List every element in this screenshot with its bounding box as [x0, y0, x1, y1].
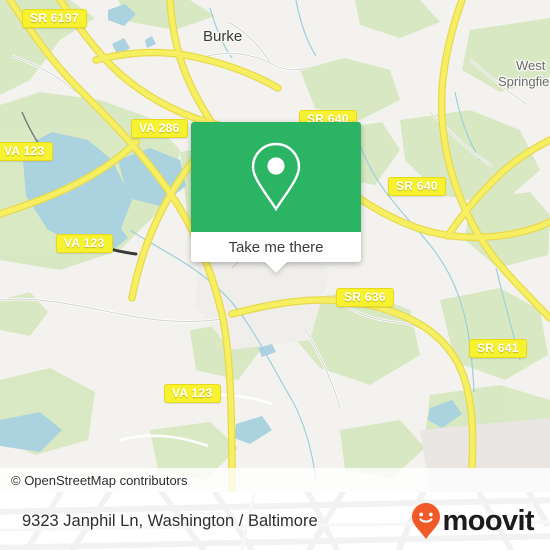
footer-content: 9323 Janphil Ln, Washington / Baltimore …	[0, 492, 550, 550]
moovit-logo[interactable]: moovit	[411, 502, 535, 540]
place-label-west: West	[516, 58, 546, 73]
popup-tail	[264, 261, 288, 273]
road-shield-sr636[interactable]: SR 636	[336, 288, 394, 307]
address-label: 9323 Janphil Ln, Washington / Baltimore	[22, 511, 318, 530]
road-shield-va286[interactable]: VA 286	[131, 119, 188, 138]
footer-bar: 9323 Janphil Ln, Washington / Baltimore …	[0, 492, 550, 550]
place-label-springfield: Springfield	[498, 74, 550, 89]
osm-attribution-text[interactable]: © OpenStreetMap contributors	[11, 473, 188, 488]
moovit-wordmark: moovit	[442, 504, 535, 537]
location-popup[interactable]: Take me there	[191, 122, 361, 273]
popup-image-panel	[191, 122, 361, 232]
map-pin-icon	[251, 142, 301, 212]
take-me-there-label: Take me there	[228, 238, 324, 256]
map-screenshot: Burke West Springfield SR 6197 VA 286 SR…	[0, 0, 550, 550]
road-shield-sr641[interactable]: SR 641	[469, 339, 527, 358]
road-shield-sr6197[interactable]: SR 6197	[22, 9, 87, 28]
road-shield-va123-mid[interactable]: VA 123	[56, 234, 113, 253]
moovit-pin-smiley-icon	[411, 503, 440, 539]
road-shield-sr640-east[interactable]: SR 640	[388, 177, 446, 196]
map-viewport[interactable]: Burke West Springfield SR 6197 VA 286 SR…	[0, 0, 550, 492]
place-label-burke: Burke	[203, 28, 243, 45]
take-me-there-button[interactable]: Take me there	[191, 232, 361, 262]
road-shield-va123-south[interactable]: VA 123	[164, 384, 221, 403]
road-shield-va123-west[interactable]: VA 123	[0, 142, 53, 161]
map-attribution-bar: © OpenStreetMap contributors	[0, 468, 550, 492]
